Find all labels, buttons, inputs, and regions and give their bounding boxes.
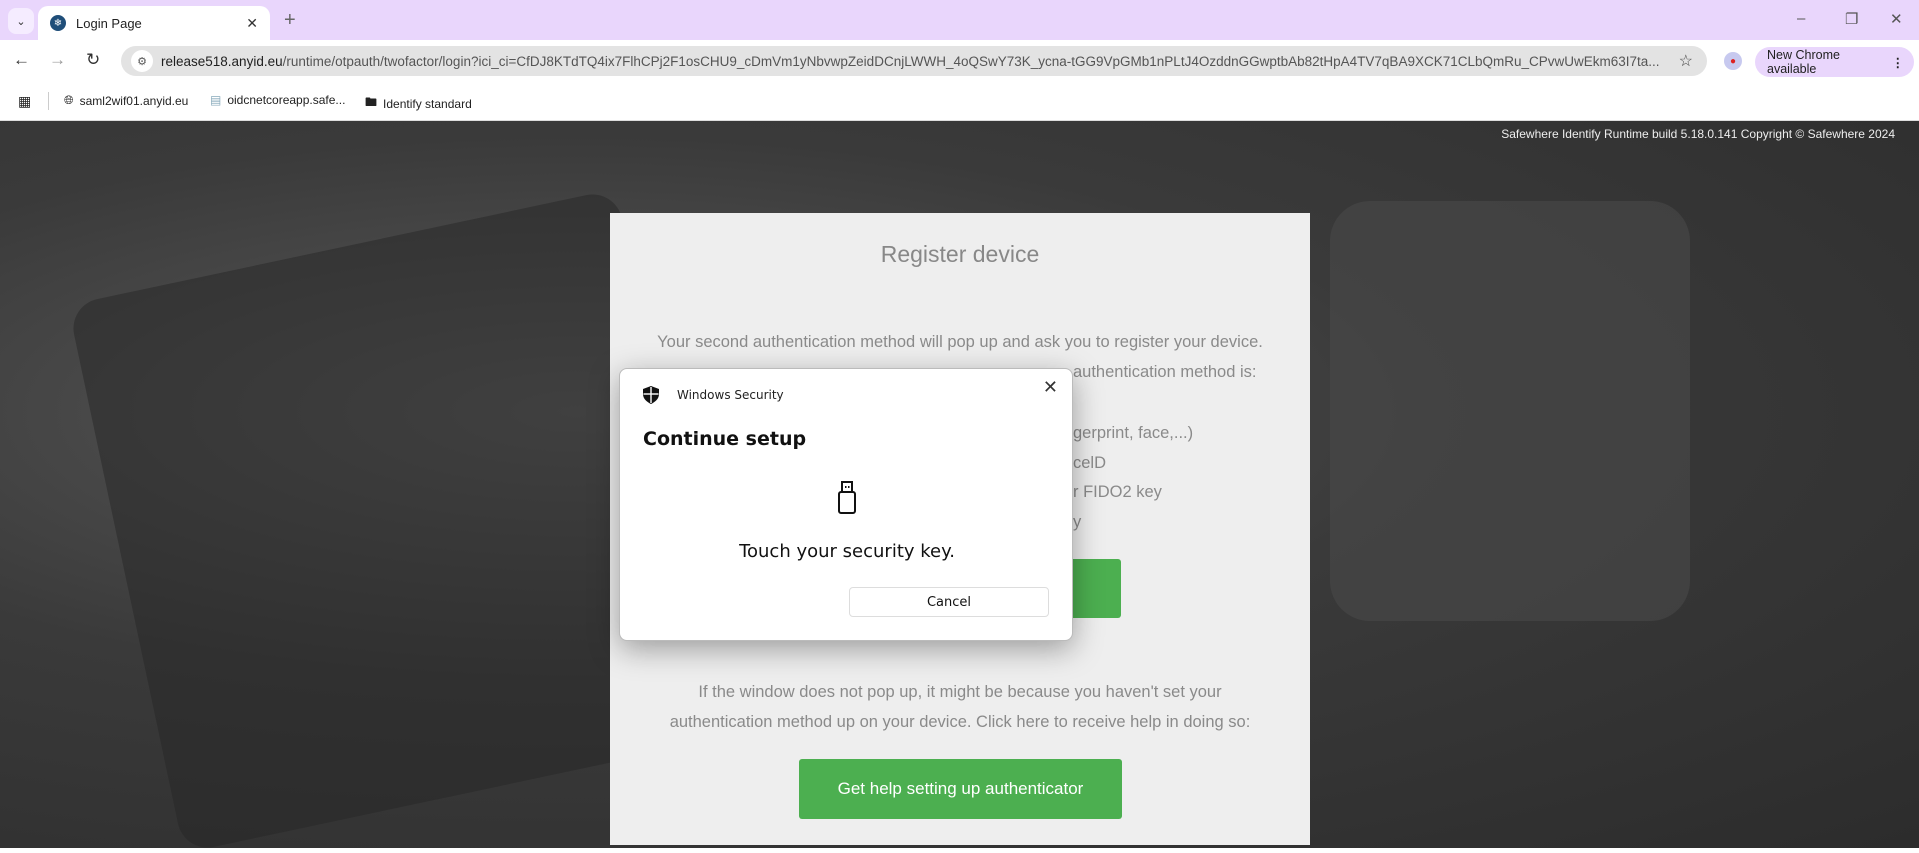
minimize-icon[interactable]: – bbox=[1797, 10, 1805, 27]
bookmark-identify-standard[interactable]: 🖿︎ Identify standard bbox=[365, 93, 472, 114]
more-menu-icon[interactable]: ⋮ bbox=[1892, 55, 1905, 70]
tab-login-page[interactable]: ❄ Login Page ✕ bbox=[38, 6, 270, 40]
bookmark-saml2wif01[interactable]: 🌐︎ saml2wif01.anyid.eu bbox=[64, 93, 188, 108]
update-label: New Chrome available bbox=[1767, 48, 1840, 76]
method-item: celD bbox=[1073, 454, 1107, 472]
page-title: Register device bbox=[880, 241, 1040, 267]
tab-strip: ⌄ ❄ Login Page ✕ + – ❐ ✕ bbox=[0, 0, 1919, 40]
url-path: /runtime/otpauth/twofactor/login?ici_ci=… bbox=[282, 53, 1660, 69]
close-dialog-icon[interactable]: ✕ bbox=[1043, 377, 1058, 398]
site-favicon-icon: ❄ bbox=[50, 15, 66, 31]
shield-icon bbox=[643, 386, 659, 404]
background-blur bbox=[1330, 201, 1690, 621]
windows-security-dialog: Windows Security ✕ Continue setup Touch … bbox=[619, 368, 1073, 641]
bookmark-label: saml2wif01.anyid.eu bbox=[79, 93, 189, 108]
close-window-icon[interactable]: ✕ bbox=[1890, 10, 1903, 28]
help-text-line1: If the window does not pop up, it might … bbox=[698, 683, 1222, 701]
bookmark-oidcnetcoreapp[interactable]: ▤ oidcnetcoreapp.safe... bbox=[210, 93, 345, 107]
bookmarks-bar: ▦ 🌐︎ saml2wif01.anyid.eu ▤ oidcnetcoreapp.… bbox=[0, 81, 1919, 121]
bookmark-label: Identify standard bbox=[383, 96, 472, 111]
get-help-button[interactable]: Get help setting up authenticator bbox=[799, 759, 1122, 819]
back-icon[interactable]: ← bbox=[13, 50, 30, 70]
method-item: r FIDO2 key bbox=[1073, 483, 1162, 501]
new-chrome-available-button[interactable]: New Chrome available ⋮ bbox=[1755, 47, 1914, 77]
bookmark-label: oidcnetcoreapp.safe... bbox=[227, 93, 346, 107]
method-item: y bbox=[1073, 513, 1082, 531]
globe-icon: 🌐︎ bbox=[64, 93, 74, 107]
toolbar: ← → ↻ ⚙ release518.anyid.eu/runtime/otpa… bbox=[0, 40, 1919, 81]
usb-security-key-icon bbox=[838, 481, 856, 514]
reload-icon[interactable]: ↻ bbox=[86, 50, 100, 70]
tab-title: Login Page bbox=[76, 15, 142, 31]
apps-grid-icon[interactable]: ▦ bbox=[18, 93, 31, 110]
folder-icon: 🖿︎ bbox=[365, 95, 378, 109]
restore-icon[interactable]: ❐ bbox=[1845, 10, 1858, 28]
close-tab-icon[interactable]: ✕ bbox=[246, 15, 258, 32]
copyright-text: Safewhere Identify Runtime build 5.18.0.… bbox=[1501, 127, 1895, 141]
divider bbox=[48, 92, 49, 110]
page-icon: ▤ bbox=[210, 93, 222, 107]
dialog-app-name: Windows Security bbox=[677, 388, 784, 402]
dialog-message: Touch your security key. bbox=[739, 541, 955, 562]
intro-text: Your second authentication method will p… bbox=[657, 333, 1263, 351]
dialog-heading: Continue setup bbox=[643, 428, 807, 450]
help-text-line2: authentication method up on your device.… bbox=[669, 713, 1251, 731]
intro-text-partial: authentication method is: bbox=[1073, 363, 1257, 381]
extension-icon[interactable]: ● bbox=[1724, 52, 1742, 70]
url-host: release518.anyid.eu bbox=[161, 53, 283, 69]
method-item: gerprint, face,...) bbox=[1073, 424, 1194, 442]
address-bar[interactable]: ⚙ release518.anyid.eu/runtime/otpauth/tw… bbox=[121, 46, 1707, 76]
site-info-icon[interactable]: ⚙ bbox=[131, 50, 153, 72]
bookmark-star-icon[interactable]: ☆ bbox=[1679, 51, 1693, 71]
forward-icon[interactable]: → bbox=[49, 50, 66, 70]
new-tab-button[interactable]: + bbox=[284, 9, 296, 32]
cancel-button[interactable]: Cancel bbox=[849, 587, 1049, 617]
tab-search-button[interactable]: ⌄ bbox=[8, 8, 34, 34]
